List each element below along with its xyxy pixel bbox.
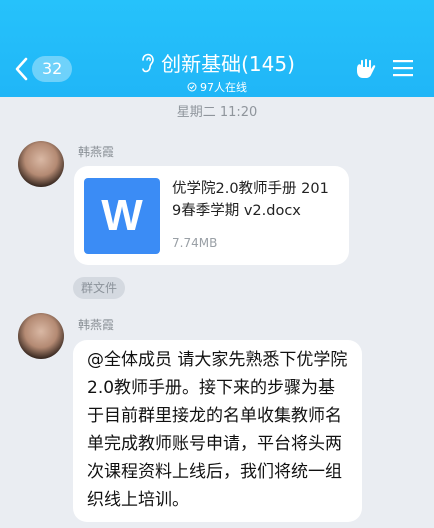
ear-icon [142,53,154,72]
online-status-icon [187,82,197,92]
file-message[interactable]: W 优学院2.0教师手册 2019春季学期 v2.docx 7.74MB [74,166,349,265]
chat-header: 32 创新基础(145) 97人在线 [0,0,434,97]
file-name: 优学院2.0教师手册 2019春季学期 v2.docx [172,181,329,219]
sender-name: 韩燕霞 [78,318,115,332]
group-file-tag[interactable]: 群文件 [73,277,126,299]
message-timestamp: 星期二 11:20 [176,105,258,120]
word-letter: W [101,191,143,240]
file-size: 7.74MB [172,236,218,250]
online-count: 97人在线 [200,81,247,94]
hand-gesture-icon [357,58,376,78]
sender-name: 韩燕霞 [78,145,115,159]
avatar[interactable] [18,141,64,187]
menu-button[interactable] [393,59,413,81]
word-doc-icon: W [84,178,160,254]
avatar[interactable] [18,313,64,359]
group-app-button[interactable] [354,58,378,84]
text-message[interactable]: @全体成员 请大家先熟悉下优学院2.0教师手册。接下来的步骤为基于目前群里接龙的… [73,340,362,522]
menu-icon [393,60,413,77]
chat-title: 创新基础(145) [161,52,295,76]
